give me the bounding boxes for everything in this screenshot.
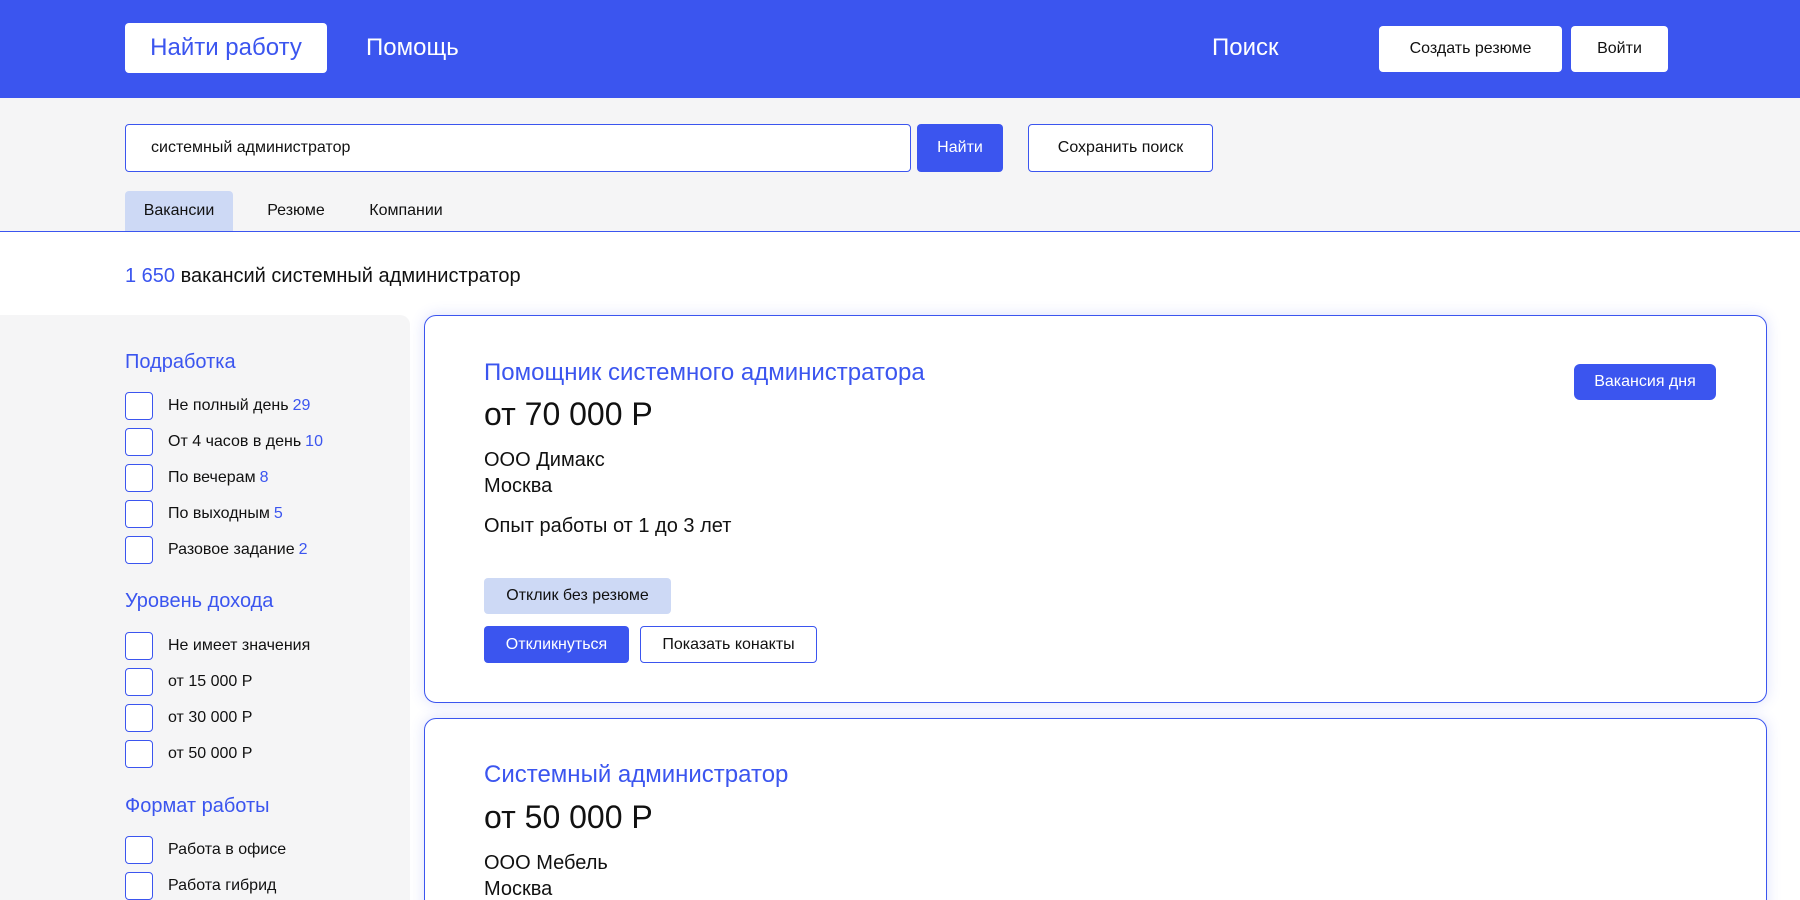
filter-count: 2 [298,541,308,558]
vacancy-card: Помощник системного администратора от 70… [424,315,1767,703]
show-contacts-button[interactable]: Показать конакты [640,626,817,663]
filters-sidebar: Подработка Не полный день 29 От 4 часов … [0,315,410,900]
top-navbar: Найти работу Помощь Поиск Создать резюме… [0,0,1800,98]
vacancy-company[interactable]: ООО Мебель [484,852,608,875]
filter-label: от 15 000 Р [168,673,253,690]
filter-checkbox[interactable] [125,500,153,528]
vacancy-company[interactable]: ООО Димакс [484,449,605,472]
respond-button[interactable]: Откликнуться [484,626,629,663]
filter-checkbox[interactable] [125,632,153,660]
login-button[interactable]: Войти [1571,26,1668,72]
filter-count: 8 [259,469,269,486]
filter-option[interactable]: По вечерам 8 [125,464,268,492]
results-text: вакансий системный администратор [180,265,521,287]
filter-label: от 50 000 Р [168,745,253,762]
filter-checkbox[interactable] [125,704,153,732]
filter-count: 10 [305,433,323,450]
results-summary: 1 650 вакансий системный администратор [125,265,521,288]
find-button[interactable]: Найти [917,124,1003,172]
vacancy-of-day-badge: Вакансия дня [1574,364,1716,400]
filter-label: Не имеет значения [168,637,311,654]
filter-option[interactable]: От 4 часов в день 10 [125,428,323,456]
filter-label: От 4 часов в день [168,433,302,450]
filter-option[interactable]: Разовое задание 2 [125,536,308,564]
filter-option[interactable]: Работа в офисе [125,836,286,864]
filter-option[interactable]: Не полный день 29 [125,392,310,420]
help-link[interactable]: Помощь [366,34,459,62]
save-search-button[interactable]: Сохранить поиск [1028,124,1213,172]
vacancy-city: Москва [484,475,553,497]
filter-checkbox[interactable] [125,668,153,696]
filter-option[interactable]: Работа гибрид [125,872,276,900]
tab-resume[interactable]: Резюме [254,191,338,231]
search-panel: Найти Сохранить поиск Вакансии Резюме Ко… [0,98,1800,232]
tab-companies[interactable]: Компании [358,191,454,231]
search-link[interactable]: Поиск [1212,34,1279,62]
filter-count: 5 [273,505,283,522]
no-resume-tag: Отклик без резюме [484,578,671,614]
vacancy-title[interactable]: Системный администратор [484,761,788,789]
filter-label: Не полный день [168,397,289,414]
filter-section-title-format: Формат работы [125,795,270,817]
filter-option[interactable]: от 15 000 Р [125,668,252,696]
filter-checkbox[interactable] [125,536,153,564]
filter-checkbox[interactable] [125,872,153,900]
vacancy-salary: от 50 000 Р [484,799,653,835]
filter-checkbox[interactable] [125,836,153,864]
vacancy-experience: Опыт работы от 1 до 3 лет [484,515,732,537]
filter-label: По вечерам [168,469,256,486]
filter-checkbox[interactable] [125,392,153,420]
filter-label: Работа гибрид [168,877,277,894]
filter-label: от 30 000 Р [168,709,253,726]
create-resume-button[interactable]: Создать резюме [1379,26,1562,72]
vacancy-title[interactable]: Помощник системного администратора [484,359,925,387]
vacancy-city: Москва [484,878,553,900]
filter-label: По выходным [168,505,270,522]
vacancy-card: Системный администратор от 50 000 Р ООО … [424,718,1767,900]
filter-label: Работа в офисе [168,841,287,858]
filter-option[interactable]: По выходным 5 [125,500,283,528]
search-input[interactable] [125,124,911,172]
filter-section-title-income: Уровень дохода [125,590,274,612]
filter-count: 29 [292,397,311,414]
filter-option[interactable]: от 30 000 Р [125,704,252,732]
filter-section-title-parttime: Подработка [125,351,236,373]
filter-checkbox[interactable] [125,740,153,768]
vacancy-salary: от 70 000 Р [484,396,653,432]
filter-checkbox[interactable] [125,428,153,456]
find-work-button[interactable]: Найти работу [125,23,327,73]
filter-checkbox[interactable] [125,464,153,492]
filter-label: Разовое задание [168,541,295,558]
results-count: 1 650 [125,265,176,287]
filter-option[interactable]: Не имеет значения [125,632,310,660]
filter-option[interactable]: от 50 000 Р [125,740,252,768]
tab-vacancies[interactable]: Вакансии [125,191,233,231]
